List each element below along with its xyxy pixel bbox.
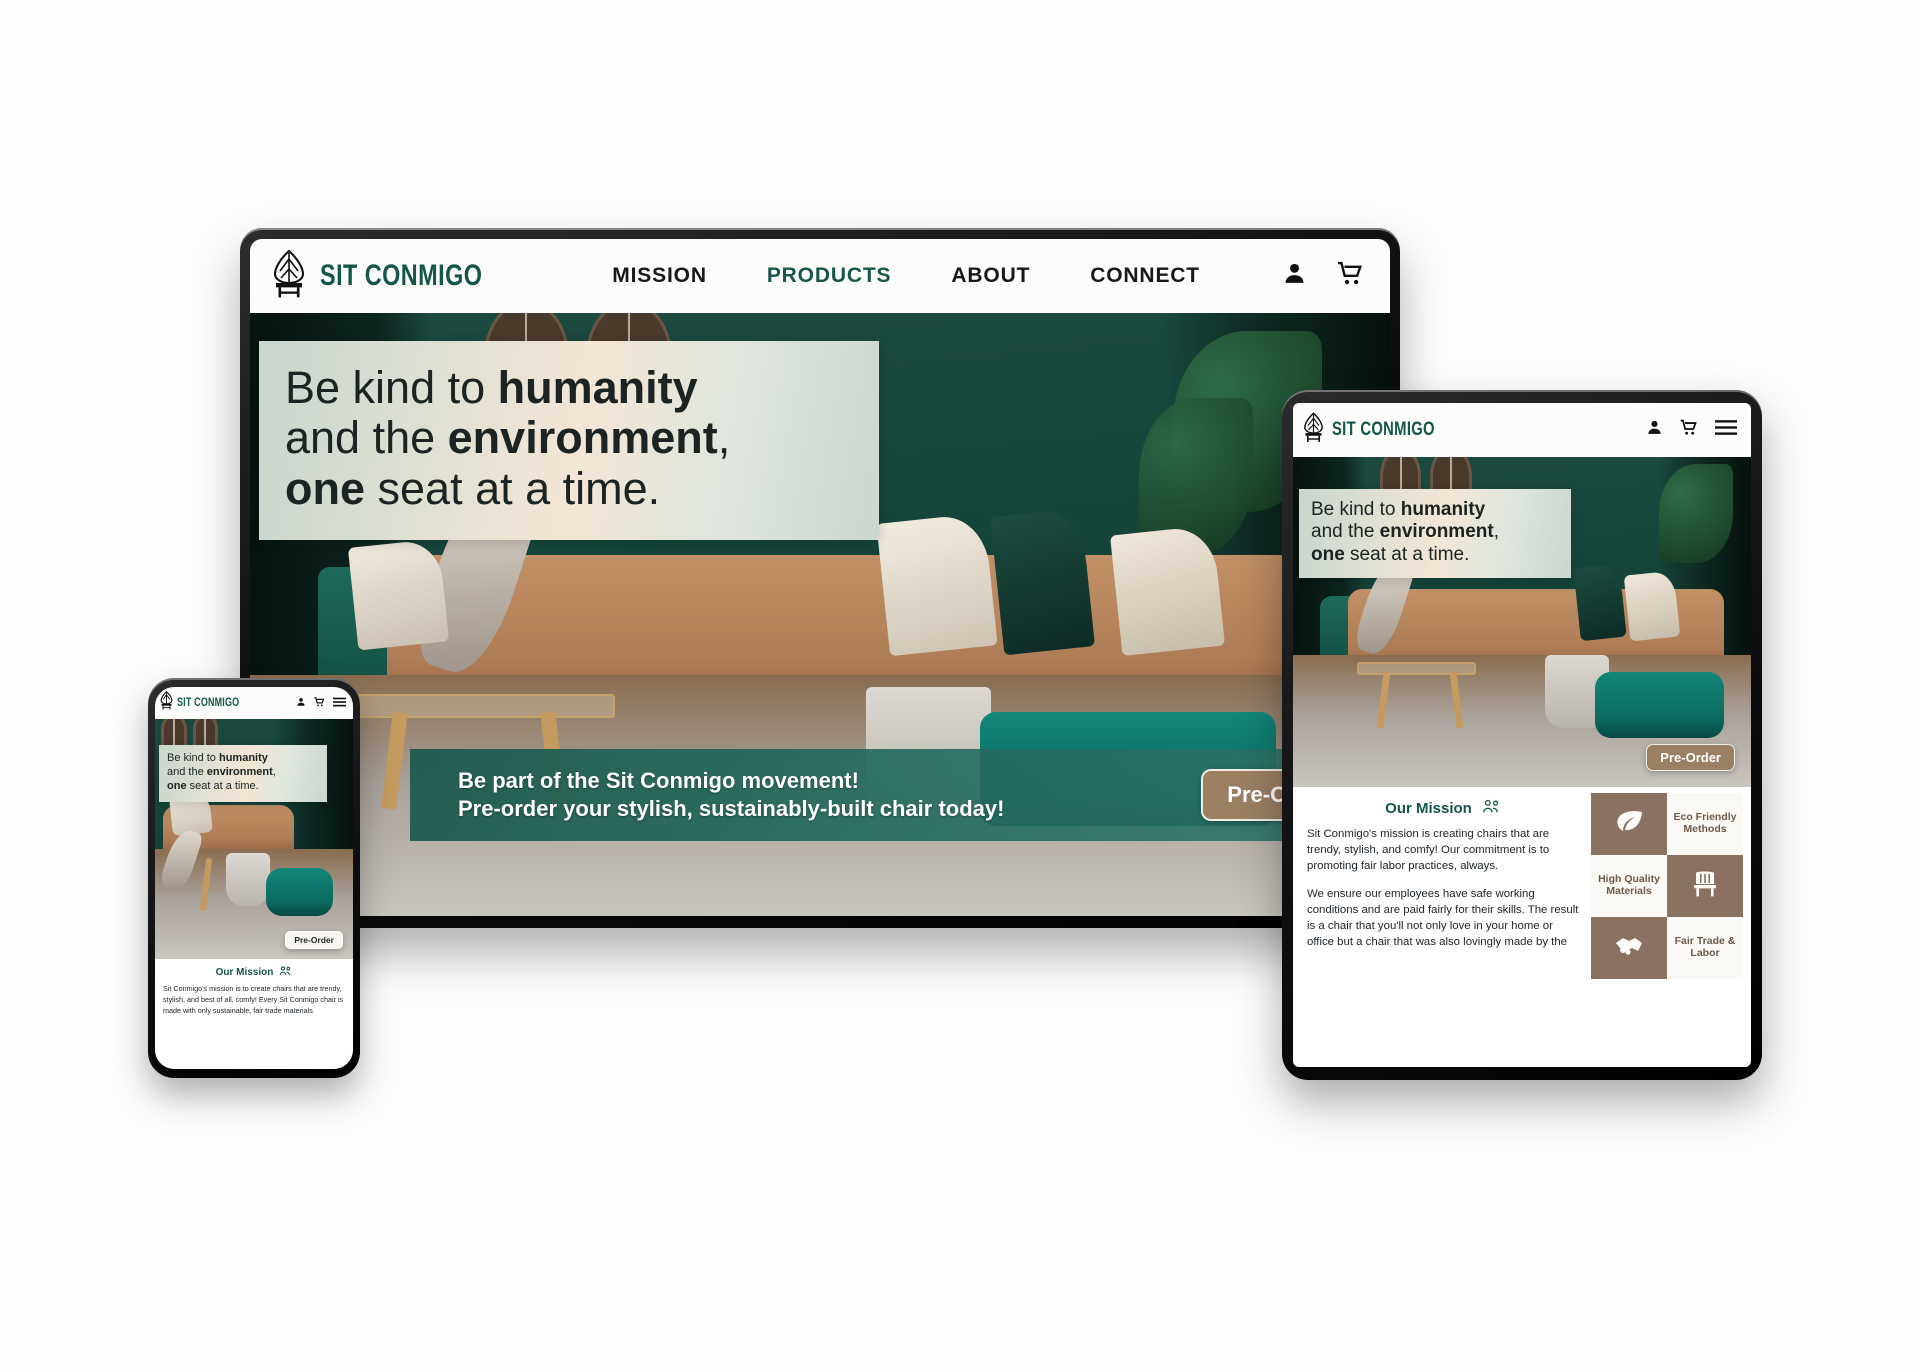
phone-screen: SIT CONMIGO Be kind to humanity and the … [155, 687, 353, 1069]
mission-title-row: Our Mission [1307, 799, 1579, 818]
headline-line-3: one seat at a time. [285, 462, 661, 514]
desktop-screen: SIT CONMIGO MISSION PRODUCTS ABOUT CONNE… [250, 239, 1390, 916]
desktop-nav-links: MISSION PRODUCTS ABOUT CONNECT [612, 264, 1200, 288]
phone-preorder-button[interactable]: Pre-Order [285, 931, 343, 949]
feature-cell-eco-friendly[interactable]: Eco Friendly Methods [1667, 793, 1743, 855]
cart-icon[interactable] [314, 694, 325, 712]
desktop-hero: Be kind to humanity and the environment,… [250, 313, 1390, 916]
leaf-icon [1614, 809, 1644, 840]
tablet-feature-grid: Eco Friendly Methods High Quality Materi… [1591, 787, 1751, 1067]
chair-icon [1691, 870, 1719, 903]
phone-headline-plate: Be kind to humanity and the environment,… [159, 745, 327, 802]
phone-hero: Be kind to humanity and the environment,… [155, 719, 353, 959]
headline-line-3: one seat at a time. [167, 779, 259, 792]
mission-title: Our Mission [215, 967, 274, 978]
tablet-mockup: SIT CONMIGO Be kind to humanity and the … [1282, 390, 1762, 1080]
brand-logo-link[interactable]: SIT CONMIGO [272, 249, 528, 304]
mission-title-row: Our Mission [163, 966, 345, 979]
account-icon[interactable] [1646, 419, 1663, 441]
cart-icon[interactable] [1337, 261, 1364, 291]
nav-link-connect[interactable]: CONNECT [1090, 264, 1200, 288]
headline-line-1: Be kind to humanity [167, 752, 268, 764]
tablet-hero: Be kind to humanity and the environment,… [1293, 457, 1751, 787]
hero-coffee-table [1357, 661, 1477, 675]
hamburger-menu-icon[interactable] [333, 694, 346, 712]
mission-paragraph-2: We ensure our employees have safe workin… [1307, 887, 1579, 949]
feature-cell-handshake-icon[interactable] [1591, 917, 1667, 979]
nav-link-products[interactable]: PRODUCTS [767, 264, 892, 288]
nav-link-about[interactable]: ABOUT [951, 264, 1030, 288]
headline-line-1: Be kind to humanity [1311, 499, 1486, 520]
hero-coffee-table [329, 693, 615, 718]
cta-line-1: Be part of the Sit Conmigo movement! [458, 767, 859, 793]
desktop-nav-icons [1282, 261, 1364, 291]
phone-mission-section: Our Mission Sit Conmigo's mission is to … [155, 959, 353, 1069]
hero-teal-ottoman [1595, 671, 1724, 738]
tablet-mission-text-column: Our Mission Sit Conmigo's mission is cre… [1293, 787, 1591, 1067]
headline-line-3: one seat at a time. [1311, 543, 1470, 565]
mockup-stage: SIT CONMIGO MISSION PRODUCTS ABOUT CONNE… [0, 0, 1920, 1372]
tablet-brand-name: SIT CONMIGO [1332, 419, 1435, 440]
feature-cell-chair-icon[interactable] [1667, 855, 1743, 917]
desktop-monitor-mockup: SIT CONMIGO MISSION PRODUCTS ABOUT CONNE… [240, 228, 1400, 928]
nav-link-mission[interactable]: MISSION [612, 264, 707, 288]
hero-plant-1 [1659, 463, 1733, 563]
people-group-icon [1482, 799, 1501, 818]
tablet-screen: SIT CONMIGO Be kind to humanity and the … [1293, 403, 1751, 1067]
cta-text: Be part of the Sit Conmigo movement! Pre… [458, 767, 1004, 823]
phone-brand-logo-link[interactable]: SIT CONMIGO [160, 690, 257, 715]
phone-mockup: SIT CONMIGO Be kind to humanity and the … [148, 678, 360, 1078]
desktop-navbar: SIT CONMIGO MISSION PRODUCTS ABOUT CONNE… [250, 239, 1390, 313]
account-icon[interactable] [296, 694, 306, 712]
mission-paragraph-1: Sit Conmigo's mission is to create chair… [163, 984, 344, 1015]
mission-paragraph-1: Sit Conmigo's mission is creating chairs… [1307, 828, 1550, 873]
headline-line-2: and the environment, [167, 765, 276, 778]
hero-throw-blanket [226, 853, 270, 907]
tablet-navbar: SIT CONMIGO [1293, 403, 1751, 457]
phone-brand-name: SIT CONMIGO [177, 697, 240, 709]
tablet-nav-icons [1646, 419, 1737, 441]
hamburger-menu-icon[interactable] [1715, 419, 1737, 441]
hero-teal-ottoman [265, 867, 334, 916]
cta-line-2: Pre-order your stylish, sustainably-buil… [458, 796, 1005, 821]
tablet-brand-logo-link[interactable]: SIT CONMIGO [1303, 412, 1464, 448]
people-group-icon [279, 966, 292, 979]
leaf-chair-logo-icon [160, 690, 173, 715]
feature-cell-fair-trade[interactable]: Fair Trade & Labor [1667, 917, 1743, 979]
headline-line-2: and the environment, [285, 412, 731, 464]
cart-icon[interactable] [1680, 419, 1698, 441]
phone-nav-icons [296, 694, 346, 712]
account-icon[interactable] [1282, 261, 1307, 291]
brand-name: SIT CONMIGO [320, 259, 483, 292]
desktop-cta-band: Be part of the Sit Conmigo movement! Pre… [410, 749, 1390, 841]
tablet-headline-plate: Be kind to humanity and the environment,… [1299, 489, 1571, 579]
monitor-bezel: SIT CONMIGO MISSION PRODUCTS ABOUT CONNE… [240, 228, 1400, 928]
leaf-chair-logo-icon [272, 249, 306, 304]
handshake-icon [1614, 934, 1644, 963]
tablet-preorder-button[interactable]: Pre-Order [1646, 744, 1735, 771]
headline-line-1: Be kind to humanity [285, 362, 698, 413]
leaf-chair-logo-icon [1303, 412, 1324, 448]
tablet-mission-section: Our Mission Sit Conmigo's mission is cre… [1293, 787, 1751, 1067]
phone-navbar: SIT CONMIGO [155, 687, 353, 719]
feature-cell-leaf-icon[interactable] [1591, 793, 1667, 855]
mission-title: Our Mission [1385, 800, 1472, 817]
feature-cell-high-quality[interactable]: High Quality Materials [1591, 855, 1667, 917]
headline-line-2: and the environment, [1311, 521, 1499, 543]
hero-headline-plate: Be kind to humanity and the environment,… [259, 341, 879, 541]
